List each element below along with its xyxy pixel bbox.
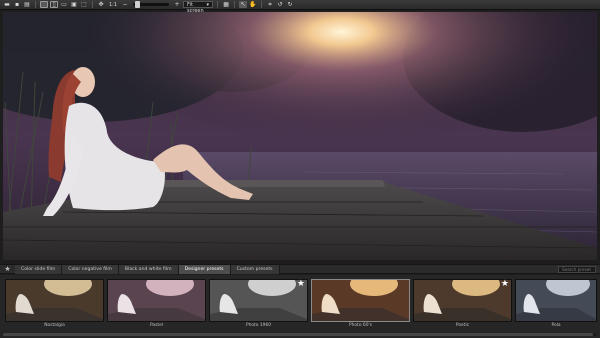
preset-label: Pola: [551, 323, 561, 328]
divider: [35, 1, 36, 8]
zoom-mode-value: Fit screen: [187, 2, 204, 14]
divider: [217, 1, 219, 8]
divider: [92, 1, 93, 8]
preset-thumbnail: [209, 279, 308, 322]
preset-thumbnail: [5, 279, 104, 322]
favorite-star-icon[interactable]: ★: [501, 280, 509, 289]
export-icon[interactable]: ▤: [23, 1, 31, 8]
preset-label: Photo 60's: [348, 323, 372, 328]
preset-thumbnail: [311, 279, 410, 322]
divider: [234, 1, 236, 8]
zoom-mode-select[interactable]: Fit screen ▾: [183, 1, 214, 14]
select-tool-icon[interactable]: ↖: [239, 1, 248, 8]
preset-label: Poetic: [455, 323, 470, 328]
preset-label: Photo 1960: [245, 323, 272, 328]
preset-photo-1960[interactable]: ★ Photo 1960: [209, 279, 308, 331]
rotate-right-icon[interactable]: ↻: [286, 1, 294, 8]
zoom-in-icon[interactable]: +: [173, 1, 181, 8]
fullscreen-icon[interactable]: ⬚: [80, 1, 88, 8]
film-tabs-bar: ★ Color slide film Color negative film B…: [0, 264, 600, 274]
hand-tool-icon[interactable]: ✋: [249, 1, 257, 8]
zoom-slider[interactable]: [133, 1, 170, 8]
scrollbar-thumb[interactable]: [3, 333, 593, 336]
pan-icon[interactable]: ✥: [97, 1, 105, 8]
zoom-out-icon[interactable]: −: [121, 1, 129, 8]
tab-color-negative-film[interactable]: Color negative film: [62, 264, 119, 274]
zoom-slider-knob[interactable]: [135, 1, 141, 8]
preset-photo-60s[interactable]: Photo 60's: [311, 279, 410, 331]
divider: [261, 1, 263, 8]
save-icon[interactable]: ▪: [13, 1, 21, 8]
preset-thumbnail: [413, 279, 512, 322]
preset-thumbnail: [515, 279, 597, 322]
crop-icon[interactable]: ⌗: [266, 1, 274, 8]
compare-view-icon[interactable]: ▭: [60, 1, 68, 8]
presets-scrollbar[interactable]: [3, 333, 597, 336]
search-preset-input[interactable]: Search preset: [558, 266, 596, 273]
favorites-star-icon[interactable]: ★: [3, 265, 12, 273]
single-view-icon[interactable]: [40, 1, 48, 8]
preset-thumbnail: [107, 279, 206, 322]
top-toolbar: ▬ ▪ ▤ ▯ ▭ ▣ ⬚ ✥ 1:1 − + Fit screen ▾ ▦ ↖…: [0, 0, 600, 14]
tab-custom-presets[interactable]: Custom presets: [230, 264, 280, 274]
image-viewer[interactable]: [3, 12, 597, 260]
tab-black-and-white-film[interactable]: Black and white film: [118, 264, 179, 274]
preset-label: Pastel: [149, 323, 164, 328]
chevron-down-icon: ▾: [206, 2, 210, 8]
presets-strip: Nostalgia Pastel ★ Photo 1960 Photo 60's…: [0, 275, 600, 338]
rotate-left-icon[interactable]: ↺: [276, 1, 284, 8]
preset-nostalgia[interactable]: Nostalgia: [5, 279, 104, 331]
before-after-icon[interactable]: ▣: [70, 1, 78, 8]
preset-pola[interactable]: Pola: [515, 279, 597, 331]
favorite-star-icon[interactable]: ★: [297, 280, 305, 289]
preset-label: Nostalgia: [44, 323, 65, 328]
photo-canvas: [3, 12, 597, 260]
split-view-icon[interactable]: ▯: [50, 1, 58, 8]
preset-pastel[interactable]: Pastel: [107, 279, 206, 331]
tab-color-slide-film[interactable]: Color slide film: [15, 264, 63, 274]
preset-poetic[interactable]: ★ Poetic: [413, 279, 512, 331]
zoom-ratio[interactable]: 1:1: [107, 0, 119, 10]
histogram-icon[interactable]: ▦: [222, 1, 230, 8]
folder-icon[interactable]: ▬: [3, 1, 11, 8]
tab-designer-presets[interactable]: Designer presets: [178, 264, 231, 274]
